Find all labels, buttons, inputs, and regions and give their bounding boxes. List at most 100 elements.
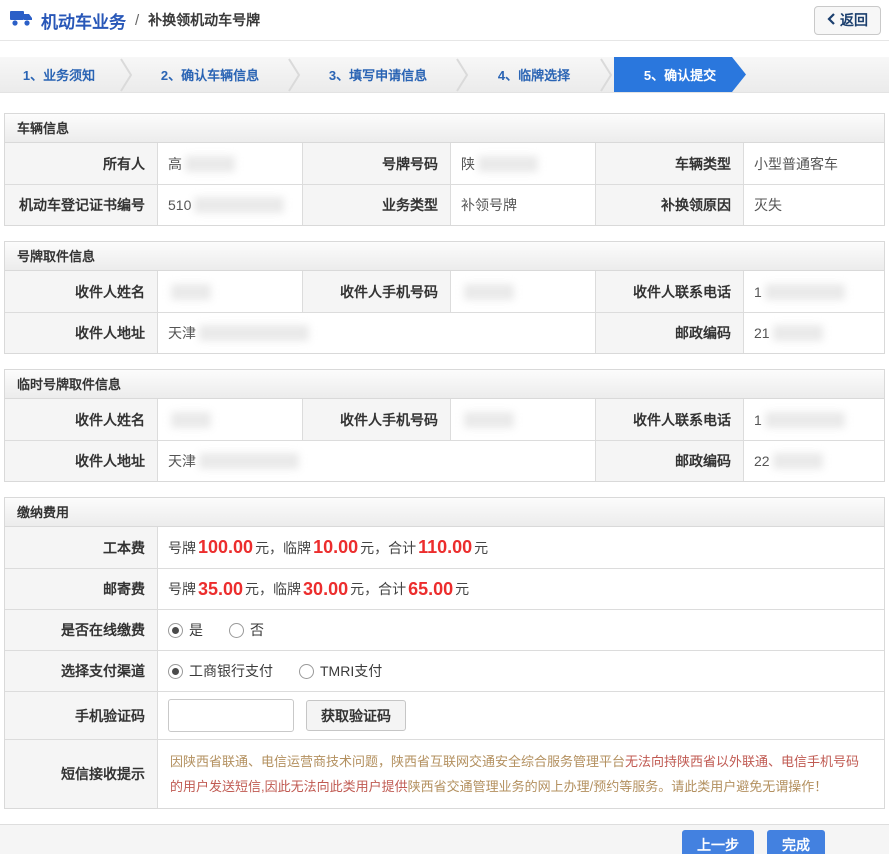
truck-icon bbox=[10, 9, 34, 32]
radio-unchecked-icon[interactable] bbox=[299, 664, 314, 679]
radio-unchecked-icon[interactable] bbox=[229, 623, 244, 638]
online-pay-no-option[interactable]: 否 bbox=[229, 620, 264, 640]
recipient-address-value: 天津 bbox=[157, 440, 595, 481]
business-type-label: 业务类型 bbox=[302, 184, 450, 225]
temp-plate-delivery-section: 临时号牌取件信息 收件人姓名 收件人手机号码 收件人联系电话 1 收件人地址 天… bbox=[4, 369, 885, 482]
step-2-confirm-vehicle[interactable]: 2、确认车辆信息 bbox=[134, 57, 286, 92]
payment-channel-label: 选择支付渠道 bbox=[5, 650, 157, 691]
owner-label: 所有人 bbox=[5, 143, 157, 184]
redacted-text bbox=[765, 412, 845, 428]
vehicle-type-value: 小型普通客车 bbox=[743, 143, 884, 184]
radio-checked-icon[interactable] bbox=[168, 664, 183, 679]
channel-tmri-option[interactable]: TMRI支付 bbox=[299, 661, 382, 681]
production-fee-value: 号牌 100.00元，临牌 10.00元，合计 110.00元 bbox=[157, 527, 884, 568]
redacted-text bbox=[478, 156, 538, 172]
step-3-fill-application[interactable]: 3、填写申请信息 bbox=[302, 57, 454, 92]
plate-number-value: 陕 bbox=[450, 143, 595, 184]
redacted-text bbox=[194, 197, 284, 213]
recipient-address-value: 天津 bbox=[157, 312, 595, 353]
main-content: 车辆信息 所有人 高 号牌号码 陕 车辆类型 小型普通客车 机动车登记证书编号 … bbox=[0, 93, 889, 809]
step-1-notice[interactable]: 1、业务须知 bbox=[0, 57, 118, 92]
step-separator-icon bbox=[118, 57, 134, 93]
step-progress-bar: 1、业务须知 2、确认车辆信息 3、填写申请信息 4、临牌选择 5、确认提交 bbox=[0, 57, 889, 93]
online-payment-options: 是 否 bbox=[157, 609, 884, 650]
step-separator-icon bbox=[598, 57, 614, 93]
redacted-text bbox=[185, 156, 235, 172]
reason-value: 灭失 bbox=[743, 184, 884, 225]
finish-button[interactable]: 完成 bbox=[767, 830, 825, 854]
recipient-phone-value: 1 bbox=[743, 399, 884, 440]
cert-number-label: 机动车登记证书编号 bbox=[5, 184, 157, 225]
redacted-text bbox=[773, 325, 823, 341]
recipient-mobile-label: 收件人手机号码 bbox=[302, 271, 450, 312]
fee-amount: 30.00 bbox=[301, 579, 350, 600]
recipient-address-label: 收件人地址 bbox=[5, 312, 157, 353]
section-title: 缴纳费用 bbox=[5, 498, 884, 527]
recipient-phone-label: 收件人联系电话 bbox=[595, 399, 743, 440]
vehicle-info-section: 车辆信息 所有人 高 号牌号码 陕 车辆类型 小型普通客车 机动车登记证书编号 … bbox=[4, 113, 885, 226]
cert-number-value: 510 bbox=[157, 184, 302, 225]
page-title: 机动车业务 bbox=[41, 8, 126, 33]
redacted-text bbox=[199, 453, 299, 469]
reason-label: 补换领原因 bbox=[595, 184, 743, 225]
get-code-button[interactable]: 获取验证码 bbox=[306, 700, 406, 731]
section-title: 号牌取件信息 bbox=[5, 242, 884, 271]
vehicle-type-label: 车辆类型 bbox=[595, 143, 743, 184]
back-button[interactable]: 返回 bbox=[814, 6, 881, 35]
zip-code-value: 22 bbox=[743, 440, 884, 481]
zip-code-label: 邮政编码 bbox=[595, 312, 743, 353]
redacted-text bbox=[171, 284, 211, 300]
recipient-mobile-value bbox=[450, 271, 595, 312]
online-payment-label: 是否在线缴费 bbox=[5, 609, 157, 650]
zip-code-value: 21 bbox=[743, 312, 884, 353]
fee-amount: 10.00 bbox=[311, 537, 360, 558]
recipient-mobile-label: 收件人手机号码 bbox=[302, 399, 450, 440]
section-title: 车辆信息 bbox=[5, 114, 884, 143]
sms-code-label: 手机验证码 bbox=[5, 691, 157, 739]
payment-channel-options: 工商银行支付 TMRI支付 bbox=[157, 650, 884, 691]
previous-step-button[interactable]: 上一步 bbox=[682, 830, 754, 854]
footer-action-bar: 上一步 完成 bbox=[0, 824, 889, 854]
zip-code-label: 邮政编码 bbox=[595, 440, 743, 481]
payment-section: 缴纳费用 工本费 号牌 100.00元，临牌 10.00元，合计 110.00元… bbox=[4, 497, 885, 809]
recipient-phone-label: 收件人联系电话 bbox=[595, 271, 743, 312]
page-subtitle: 补换领机动车号牌 bbox=[148, 10, 260, 30]
online-pay-yes-option[interactable]: 是 bbox=[168, 620, 203, 640]
sms-code-row: 获取验证码 bbox=[157, 691, 884, 739]
fee-amount: 65.00 bbox=[406, 579, 455, 600]
redacted-text bbox=[773, 453, 823, 469]
radio-checked-icon[interactable] bbox=[168, 623, 183, 638]
recipient-name-label: 收件人姓名 bbox=[5, 399, 157, 440]
channel-icbc-option[interactable]: 工商银行支付 bbox=[168, 661, 273, 681]
owner-value: 高 bbox=[157, 143, 302, 184]
step-separator-icon bbox=[454, 57, 470, 93]
recipient-phone-value: 1 bbox=[743, 271, 884, 312]
sms-code-input[interactable] bbox=[168, 699, 294, 732]
breadcrumb-separator: / bbox=[135, 12, 139, 29]
step-5-confirm-submit[interactable]: 5、确认提交 bbox=[614, 57, 746, 92]
sms-notice-text: 因陕西省联通、电信运营商技术问题，陕西省互联网交通安全综合服务管理平台无法向持陕… bbox=[157, 739, 884, 808]
section-title: 临时号牌取件信息 bbox=[5, 370, 884, 399]
step-4-temp-plate[interactable]: 4、临牌选择 bbox=[470, 57, 598, 92]
chevron-left-icon bbox=[827, 12, 835, 28]
recipient-mobile-value bbox=[450, 399, 595, 440]
plate-delivery-section: 号牌取件信息 收件人姓名 收件人手机号码 收件人联系电话 1 收件人地址 天津 … bbox=[4, 241, 885, 354]
redacted-text bbox=[464, 284, 514, 300]
postage-fee-label: 邮寄费 bbox=[5, 568, 157, 609]
sms-notice-label: 短信接收提示 bbox=[5, 739, 157, 808]
fee-amount: 100.00 bbox=[196, 537, 255, 558]
page-header: 机动车业务 / 补换领机动车号牌 返回 bbox=[0, 0, 889, 41]
fee-amount: 35.00 bbox=[196, 579, 245, 600]
back-button-label: 返回 bbox=[840, 10, 868, 30]
plate-number-label: 号牌号码 bbox=[302, 143, 450, 184]
breadcrumb: 机动车业务 / 补换领机动车号牌 bbox=[10, 8, 260, 33]
redacted-text bbox=[765, 284, 845, 300]
postage-fee-value: 号牌 35.00元，临牌 30.00元，合计 65.00元 bbox=[157, 568, 884, 609]
redacted-text bbox=[199, 325, 309, 341]
production-fee-label: 工本费 bbox=[5, 527, 157, 568]
recipient-name-value bbox=[157, 399, 302, 440]
fee-amount: 110.00 bbox=[416, 537, 474, 558]
redacted-text bbox=[171, 412, 211, 428]
recipient-name-value bbox=[157, 271, 302, 312]
recipient-name-label: 收件人姓名 bbox=[5, 271, 157, 312]
